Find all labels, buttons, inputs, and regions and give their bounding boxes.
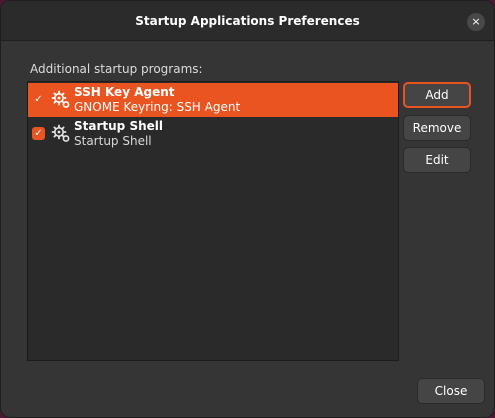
list-item-startup-shell[interactable]: ✓ Startup Shell Startup Shell [28,117,398,151]
window-close-button[interactable]: × [467,13,485,31]
section-label: Additional startup programs: [30,62,203,76]
program-name: Startup Shell [74,119,163,133]
close-button[interactable]: Close [417,378,485,404]
program-description: Startup Shell [74,134,152,148]
list-item-ssh-key-agent[interactable]: ✓ SSH Key Agent GNOME Keyring: SSH Agent [28,83,398,117]
remove-button[interactable]: Remove [403,115,471,141]
edit-button[interactable]: Edit [403,147,471,173]
title-bar: Startup Applications Preferences × [1,1,494,41]
program-description: GNOME Keyring: SSH Agent [74,100,241,114]
checkbox-startup-shell[interactable]: ✓ [32,127,45,140]
checkbox-ssh-key-agent[interactable]: ✓ [32,93,45,106]
program-name: SSH Key Agent [74,85,175,99]
startup-applications-dialog: Startup Applications Preferences × Addit… [0,0,495,418]
gears-icon [51,124,70,142]
startup-programs-list[interactable]: ✓ SSH Key Agent GNOME Keyring: SSH Agent… [27,81,399,361]
gears-icon [51,90,70,108]
add-button[interactable]: Add [403,82,471,108]
window-title: Startup Applications Preferences [135,14,360,28]
